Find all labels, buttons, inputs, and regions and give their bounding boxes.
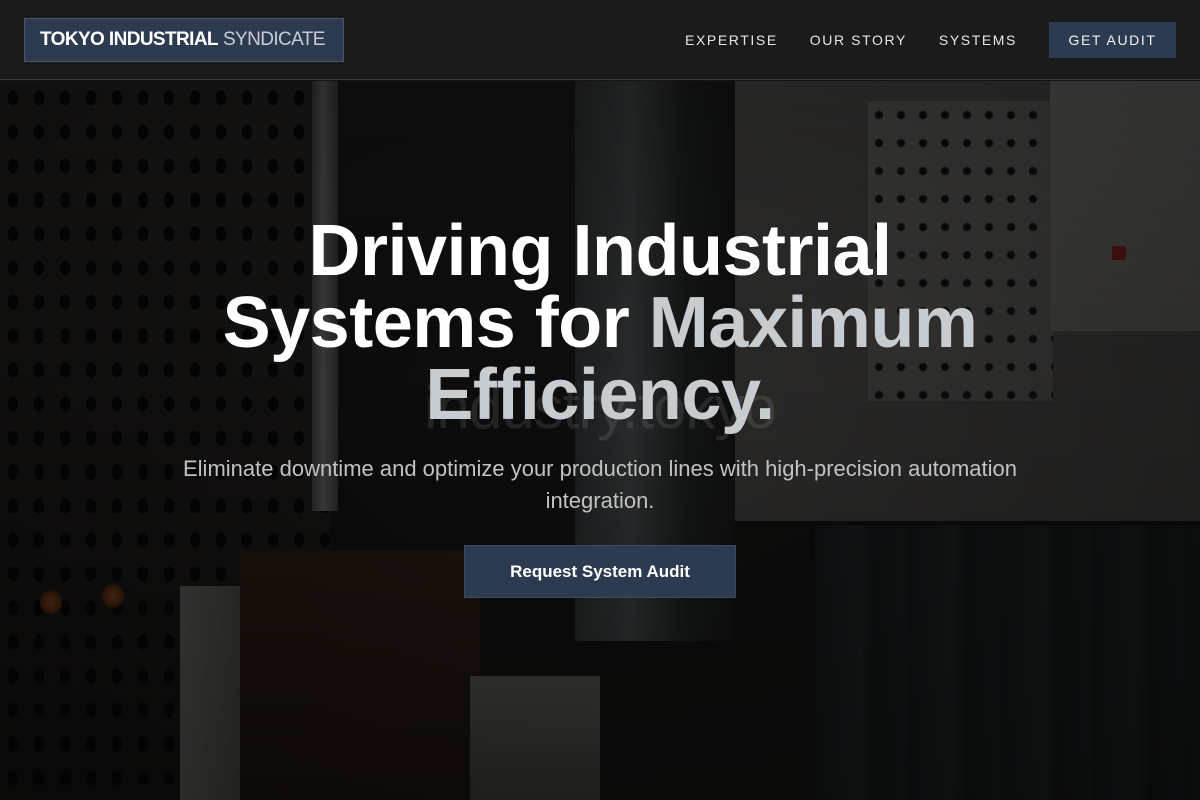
nav-link-our-story[interactable]: OUR STORY — [810, 32, 907, 48]
hero-title-line1: Driving Industrial — [308, 211, 892, 291]
hero-section: industry.tokyo Driving Industrial System… — [0, 81, 1200, 800]
hero-title: Driving Industrial Systems for Maximum E… — [100, 215, 1100, 431]
logo[interactable]: TOKYO INDUSTRIAL SYNDICATE — [24, 18, 344, 62]
nav-link-systems[interactable]: SYSTEMS — [939, 32, 1017, 48]
hero-title-accent-maximum: Maximum — [648, 283, 978, 363]
get-audit-button[interactable]: GET AUDIT — [1049, 22, 1176, 58]
hero-title-accent-efficiency: Efficiency. — [425, 355, 775, 435]
hero-subtitle: Eliminate downtime and optimize your pro… — [183, 456, 1017, 513]
logo-light-text: SYNDICATE — [222, 29, 326, 50]
hero-title-line2: Systems for — [222, 283, 649, 363]
logo-strong-text: TOKYO INDUSTRIAL — [40, 29, 219, 50]
request-audit-button[interactable]: Request System Audit — [464, 545, 736, 598]
nav-link-expertise[interactable]: EXPERTISE — [685, 32, 778, 48]
main-nav: EXPERTISE OUR STORY SYSTEMS GET AUDIT — [685, 22, 1176, 58]
site-header: TOKYO INDUSTRIAL SYNDICATE EXPERTISE OUR… — [0, 0, 1200, 80]
